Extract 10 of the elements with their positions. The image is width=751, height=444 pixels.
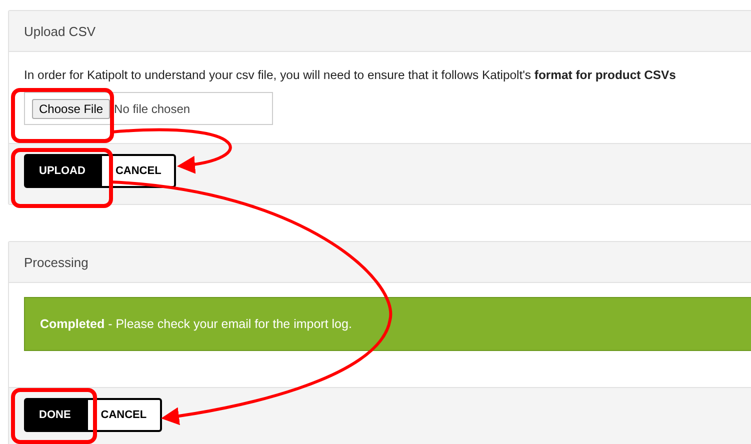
- panel-title: Upload CSV: [9, 11, 751, 52]
- cancel-button[interactable]: CANCEL: [86, 398, 162, 432]
- primary-button[interactable]: DONE: [24, 398, 86, 432]
- file-input[interactable]: Choose File No file chosen: [24, 92, 273, 125]
- description-text: In order for Katipolt to understand your csv file, you will need to ensure that it follows Katipolt's format for product CSVs: [24, 68, 677, 82]
- choose-file-button[interactable]: Choose File: [32, 98, 110, 118]
- primary-button[interactable]: UPLOAD: [24, 154, 100, 188]
- panel-title: Processing: [9, 242, 751, 283]
- success-alert: Completed - Please check your email for the import log.: [24, 297, 751, 351]
- file-status-text: No file chosen: [114, 102, 190, 116]
